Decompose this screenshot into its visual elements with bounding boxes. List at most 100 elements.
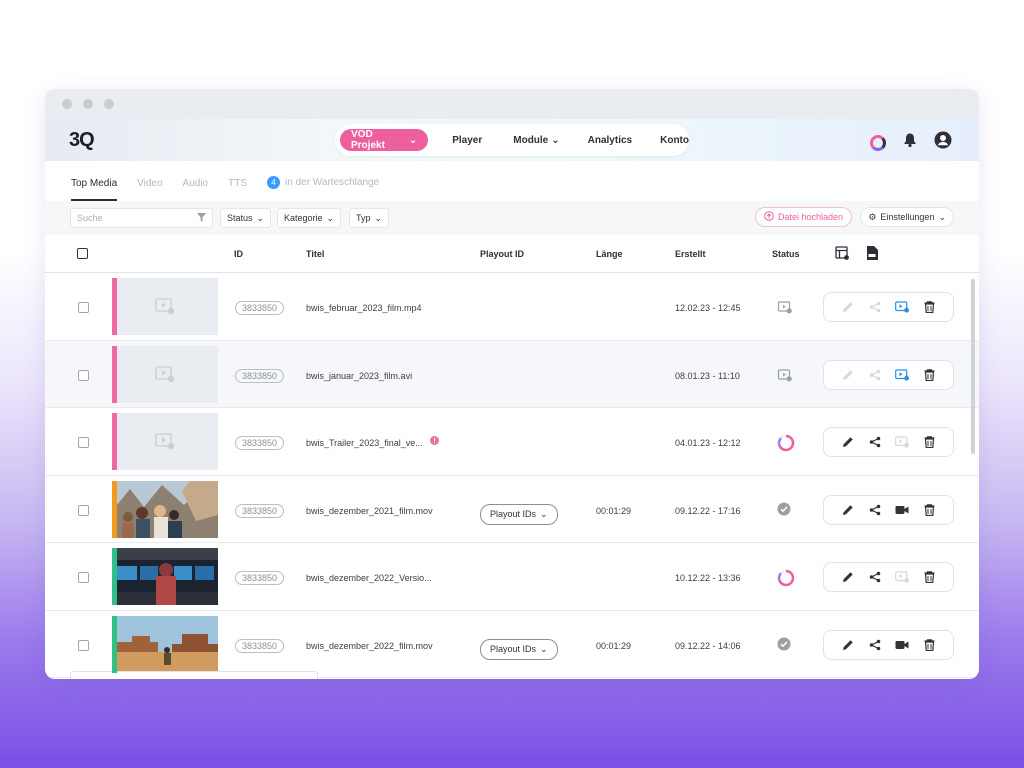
media-thumbnail[interactable] xyxy=(112,615,218,673)
tab-top-media[interactable]: Top Media xyxy=(71,178,118,201)
media-title[interactable]: bwis_januar_2023_film.avi xyxy=(306,371,412,381)
media-id[interactable]: 3833850 xyxy=(235,638,285,653)
chevron-down-icon: ⌄ xyxy=(938,211,946,222)
share-icon[interactable] xyxy=(868,638,882,652)
window-dot[interactable] xyxy=(83,99,93,109)
filter-icon[interactable] xyxy=(197,213,206,223)
window-dot[interactable] xyxy=(104,99,114,109)
table-row[interactable]: 3833850 bwis_dezember_2021_film.mov Playou… xyxy=(45,476,979,543)
player-settings-icon[interactable] xyxy=(895,435,910,449)
edit-icon[interactable] xyxy=(841,368,855,382)
edit-icon[interactable] xyxy=(841,435,855,449)
video-icon[interactable] xyxy=(895,638,909,652)
table-row[interactable]: 3833850 bwis_dezember_2022_film.mov Playou… xyxy=(45,611,979,678)
nav-item-player[interactable]: Player xyxy=(452,135,482,146)
header-id[interactable]: ID xyxy=(234,249,243,259)
row-checkbox[interactable] xyxy=(78,639,89,651)
media-title[interactable]: bwis_dezember_2022_Versio... xyxy=(306,573,432,583)
table-row[interactable]: 3833850 bwis_dezember_2022_Versio... 10.12… xyxy=(45,543,979,611)
category-filter[interactable]: Kategorie ⌄ xyxy=(277,208,342,228)
media-id[interactable]: 3833850 xyxy=(235,436,285,450)
row-checkbox[interactable] xyxy=(78,572,89,583)
csv-export-icon[interactable] xyxy=(866,246,878,262)
share-icon[interactable] xyxy=(868,300,882,314)
window-dot[interactable] xyxy=(62,99,72,109)
video-icon[interactable] xyxy=(895,503,909,517)
header-title[interactable]: Titel xyxy=(306,249,324,259)
edit-icon[interactable] xyxy=(841,300,855,314)
media-thumbnail[interactable] xyxy=(112,548,218,605)
delete-icon[interactable] xyxy=(922,300,936,314)
edit-icon[interactable] xyxy=(841,570,855,584)
header-status[interactable]: Status xyxy=(772,249,800,259)
media-title[interactable]: bwis_dezember_2021_film.mov xyxy=(306,506,433,516)
category-color-bar xyxy=(112,278,117,335)
media-title[interactable]: bwis_Trailer_2023_final_ve... xyxy=(306,438,423,448)
player-settings-icon[interactable] xyxy=(895,368,910,382)
settings-button[interactable]: ⚙ Einstellungen ⌄ xyxy=(860,207,954,227)
media-length: 00:01:29 xyxy=(596,505,632,516)
nav-item-module[interactable]: Module ⌄ xyxy=(513,135,559,146)
warning-icon[interactable] xyxy=(430,436,439,447)
share-icon[interactable] xyxy=(868,368,882,382)
media-thumbnail[interactable] xyxy=(112,413,218,470)
filter-label: Typ xyxy=(356,213,371,223)
header-created[interactable]: Erstellt xyxy=(675,249,706,259)
scrollbar[interactable] xyxy=(971,279,975,454)
media-id[interactable]: 3833850 xyxy=(235,503,285,518)
row-checkbox[interactable] xyxy=(78,437,89,448)
media-id[interactable]: 3833850 xyxy=(235,368,285,383)
share-icon[interactable] xyxy=(868,570,882,584)
media-table-body: 3833850 bwis_februar_2023_film.mp4 12.02.2… xyxy=(45,273,979,678)
edit-icon[interactable] xyxy=(841,638,855,652)
edit-icon[interactable] xyxy=(841,503,855,517)
delete-icon[interactable] xyxy=(922,435,936,449)
player-settings-icon[interactable] xyxy=(895,570,910,584)
processing-icon xyxy=(777,299,793,315)
status-ring-icon[interactable] xyxy=(870,134,886,151)
row-checkbox[interactable] xyxy=(78,302,89,313)
search-input[interactable]: Suche xyxy=(70,208,213,228)
playout-ids-dropdown[interactable]: Playout IDs ⌄ xyxy=(480,638,558,660)
share-icon[interactable] xyxy=(868,503,882,517)
playout-ids-dropdown[interactable]: Playout IDs ⌄ xyxy=(480,503,558,525)
queue-count-badge: 4 xyxy=(267,176,281,189)
nav-item-analytics[interactable]: Analytics xyxy=(588,135,632,146)
delete-icon[interactable] xyxy=(922,368,936,382)
tab-audio[interactable]: Audio xyxy=(183,178,209,201)
media-thumbnail[interactable] xyxy=(112,480,218,538)
type-filter[interactable]: Typ ⌄ xyxy=(349,208,390,228)
upload-button[interactable]: Datei hochladen xyxy=(754,207,852,227)
media-id[interactable]: 3833850 xyxy=(235,571,285,585)
delete-icon[interactable] xyxy=(922,570,936,584)
header-playout[interactable]: Playout ID xyxy=(480,249,524,259)
delete-icon[interactable] xyxy=(922,503,936,517)
filter-toolbar: Suche Status ⌄ Kategorie ⌄ Typ ⌄ Datei hoch… xyxy=(45,201,979,235)
media-thumbnail[interactable] xyxy=(112,278,218,335)
queue-tab[interactable]: 4 in der Warteschlange xyxy=(267,176,379,201)
row-checkbox[interactable] xyxy=(78,504,89,516)
media-title[interactable]: bwis_dezember_2022_film.mov xyxy=(306,641,433,651)
nav-item-konto[interactable]: Konto xyxy=(660,135,689,146)
bell-icon[interactable] xyxy=(902,132,918,153)
delete-icon[interactable] xyxy=(922,638,936,652)
status-filter[interactable]: Status ⌄ xyxy=(220,208,272,228)
select-all-checkbox[interactable] xyxy=(77,248,88,259)
media-id[interactable]: 3833850 xyxy=(235,301,285,315)
tab-tts[interactable]: TTS xyxy=(228,178,247,201)
media-title[interactable]: bwis_februar_2023_film.mp4 xyxy=(306,303,422,313)
column-settings-icon[interactable] xyxy=(835,246,850,263)
share-icon[interactable] xyxy=(868,435,882,449)
project-selector[interactable]: VOD Projekt ⌄ xyxy=(340,129,429,151)
table-row[interactable]: 3833850 bwis_februar_2023_film.mp4 12.02.2… xyxy=(45,273,979,341)
header-length[interactable]: Länge xyxy=(596,249,623,259)
player-settings-icon[interactable] xyxy=(895,300,910,314)
table-row[interactable]: 3833850 bwis_Trailer_2023_final_ve... 04.0… xyxy=(45,408,979,476)
table-row[interactable]: 3833850 bwis_januar_2023_film.avi 08.01.23… xyxy=(45,340,979,408)
row-checkbox[interactable] xyxy=(78,369,89,381)
header-actions xyxy=(870,131,952,154)
tab-video[interactable]: Video xyxy=(137,178,162,201)
logo[interactable]: 3Q xyxy=(69,129,95,152)
user-icon[interactable] xyxy=(934,131,952,154)
media-thumbnail[interactable] xyxy=(112,345,218,403)
